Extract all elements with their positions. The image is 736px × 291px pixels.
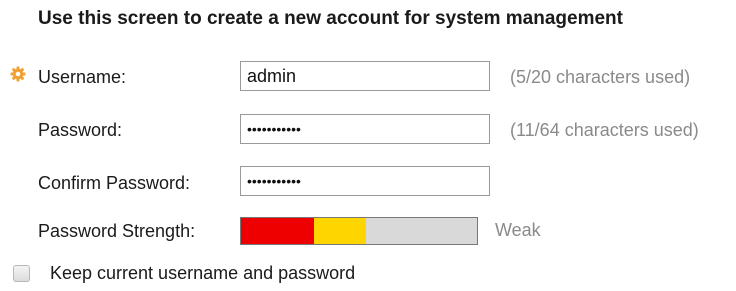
- required-field-gear-icon: [10, 66, 26, 82]
- username-input[interactable]: [240, 61, 490, 91]
- confirm-password-label: Confirm Password:: [38, 173, 191, 193]
- form-heading: Use this screen to create a new account …: [38, 8, 623, 29]
- username-label: Username:: [38, 67, 127, 87]
- strength-segment-yellow: [314, 218, 367, 244]
- password-strength-label: Password Strength:: [38, 221, 196, 241]
- confirm-password-input[interactable]: [240, 166, 490, 196]
- strength-segment-red: [241, 218, 315, 244]
- password-label: Password:: [38, 120, 123, 140]
- username-char-count: (5/20 characters used): [510, 67, 691, 87]
- keep-current-label: Keep current username and password: [50, 263, 356, 283]
- keep-current-checkbox[interactable]: [13, 265, 30, 282]
- password-input[interactable]: [240, 114, 490, 144]
- password-strength-value: Weak: [495, 220, 541, 240]
- password-strength-meter: [240, 217, 478, 245]
- password-char-count: (11/64 characters used): [510, 120, 699, 140]
